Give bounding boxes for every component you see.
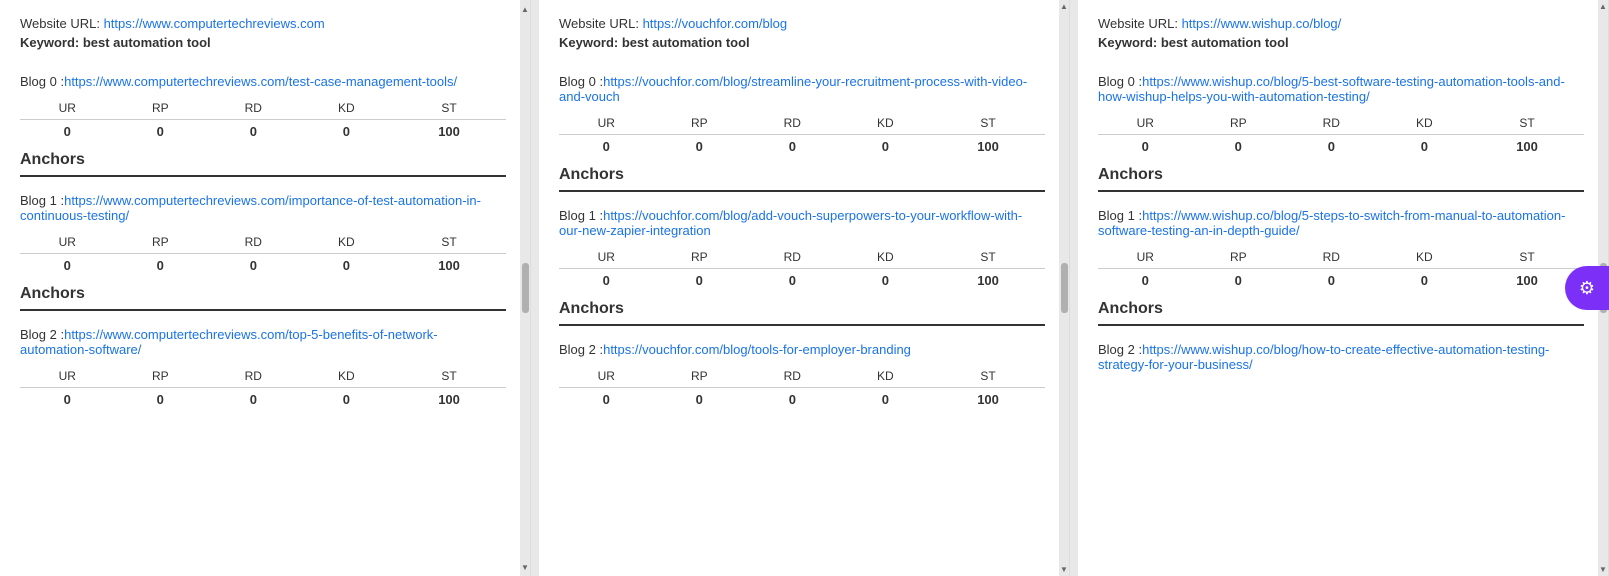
anchors-title-1-0: Anchors bbox=[20, 151, 506, 177]
blog-title-1-0: Blog 0 :https://www.computertechreviews.… bbox=[20, 74, 506, 89]
blog-link-2-0[interactable]: https://vouchfor.com/blog/streamline-you… bbox=[559, 74, 1027, 104]
panel1-content: Website URL: https://www.computertechrev… bbox=[0, 0, 530, 576]
separator-2-3 bbox=[1070, 0, 1078, 576]
metrics-table-2-1: UR RP RD KD ST 0 0 0 0 100 bbox=[559, 246, 1045, 292]
scroll-down-3[interactable]: ▼ bbox=[1599, 565, 1607, 574]
anchors-title-1-1: Anchors bbox=[20, 285, 506, 311]
keyword-line-1: Keyword: best automation tool bbox=[20, 35, 506, 50]
settings-icon: ⚙ bbox=[1579, 278, 1595, 299]
anchors-title-3-0: Anchors bbox=[1098, 166, 1584, 192]
scroll-up-1[interactable]: ▲ bbox=[520, 2, 530, 16]
blog-title-3-2: Blog 2 :https://www.wishup.co/blog/how-t… bbox=[1098, 342, 1584, 372]
blog-title-2-0: Blog 0 :https://vouchfor.com/blog/stream… bbox=[559, 74, 1045, 104]
keyword-value-1: best automation tool bbox=[83, 35, 211, 50]
metrics-table-1-1: UR RP RD KD ST 0 0 0 0 100 bbox=[20, 231, 506, 277]
scroll-down-2[interactable]: ▼ bbox=[1060, 565, 1068, 574]
blog-link-1-1[interactable]: https://www.computertechreviews.com/impo… bbox=[20, 193, 481, 223]
col-rd: RD bbox=[206, 97, 301, 120]
col-ur: UR bbox=[20, 97, 115, 120]
anchors-section-3-0: Anchors bbox=[1098, 166, 1584, 192]
blog-entry-3-2: Blog 2 :https://www.wishup.co/blog/how-t… bbox=[1098, 342, 1584, 372]
val-rd-1-0: 0 bbox=[206, 120, 301, 144]
metrics-table-2-2: UR RP RD KD ST 0 0 0 0 100 bbox=[559, 365, 1045, 411]
anchors-title-2-0: Anchors bbox=[559, 166, 1045, 192]
scrollbar-2[interactable]: ▲ ▼ bbox=[1059, 0, 1069, 576]
keyword-label-1: Keyword: bbox=[20, 35, 83, 50]
anchors-section-2-1: Anchors bbox=[559, 300, 1045, 326]
blog-title-2-1: Blog 1 :https://vouchfor.com/blog/add-vo… bbox=[559, 208, 1045, 238]
panel2-content: Website URL: https://vouchfor.com/blog K… bbox=[539, 0, 1069, 576]
blog-title-2-2: Blog 2 :https://vouchfor.com/blog/tools-… bbox=[559, 342, 1045, 357]
anchors-section-2-0: Anchors bbox=[559, 166, 1045, 192]
blog-link-2-1[interactable]: https://vouchfor.com/blog/add-vouch-supe… bbox=[559, 208, 1022, 238]
website-info-1: Website URL: https://www.computertechrev… bbox=[20, 16, 506, 50]
panel3-content: Website URL: https://www.wishup.co/blog/… bbox=[1078, 0, 1608, 576]
blog-entry-2-1: Blog 1 :https://vouchfor.com/blog/add-vo… bbox=[559, 208, 1045, 292]
blog-entry-1-0: Blog 0 :https://www.computertechreviews.… bbox=[20, 74, 506, 143]
blog-title-1-1: Blog 1 :https://www.computertechreviews.… bbox=[20, 193, 506, 223]
metrics-table-3-1: UR RP RD KD ST 0 0 0 0 100 bbox=[1098, 246, 1584, 292]
website-url-label-1: Website URL: bbox=[20, 16, 104, 31]
main-container: Website URL: https://www.computertechrev… bbox=[0, 0, 1609, 576]
anchors-section-3-1: Anchors bbox=[1098, 300, 1584, 326]
val-kd-1-0: 0 bbox=[301, 120, 393, 144]
metrics-table-2-0: UR RP RD KD ST 0 0 0 0 100 bbox=[559, 112, 1045, 158]
panel-wishup: Website URL: https://www.wishup.co/blog/… bbox=[1078, 0, 1609, 576]
keyword-line-3: Keyword: best automation tool bbox=[1098, 35, 1584, 50]
scrollbar-1[interactable]: ▲ ▼ bbox=[520, 0, 530, 576]
blog-entry-2-0: Blog 0 :https://vouchfor.com/blog/stream… bbox=[559, 74, 1045, 158]
val-ur-1-0: 0 bbox=[20, 120, 115, 144]
blog-entry-1-2: Blog 2 :https://www.computertechreviews.… bbox=[20, 327, 506, 411]
scroll-up-2[interactable]: ▲ bbox=[1060, 2, 1068, 11]
separator-1-2 bbox=[531, 0, 539, 576]
blog-link-3-0[interactable]: https://www.wishup.co/blog/5-best-softwa… bbox=[1098, 74, 1565, 104]
panel-vouchfor: Website URL: https://vouchfor.com/blog K… bbox=[539, 0, 1070, 576]
blog-link-1-2[interactable]: https://www.computertechreviews.com/top-… bbox=[20, 327, 438, 357]
website-url-link-2[interactable]: https://vouchfor.com/blog bbox=[643, 16, 788, 31]
val-rp-1-0: 0 bbox=[115, 120, 207, 144]
col-st: ST bbox=[392, 97, 506, 120]
panel-computertechreviews: Website URL: https://www.computertechrev… bbox=[0, 0, 531, 576]
val-st-1-0: 100 bbox=[392, 120, 506, 144]
col-kd: KD bbox=[301, 97, 393, 120]
blog-link-1-0[interactable]: https://www.computertechreviews.com/test… bbox=[64, 74, 457, 89]
website-url-line-2: Website URL: https://vouchfor.com/blog bbox=[559, 16, 1045, 31]
anchors-section-1-1: Anchors bbox=[20, 285, 506, 311]
website-url-link-3[interactable]: https://www.wishup.co/blog/ bbox=[1182, 16, 1342, 31]
metrics-table-1-2: UR RP RD KD ST 0 0 0 0 100 bbox=[20, 365, 506, 411]
scroll-thumb-1[interactable] bbox=[522, 263, 529, 313]
blog-link-2-2[interactable]: https://vouchfor.com/blog/tools-for-empl… bbox=[603, 342, 911, 357]
blog-entry-3-0: Blog 0 :https://www.wishup.co/blog/5-bes… bbox=[1098, 74, 1584, 158]
keyword-line-2: Keyword: best automation tool bbox=[559, 35, 1045, 50]
blog-entry-1-1: Blog 1 :https://www.computertechreviews.… bbox=[20, 193, 506, 277]
scroll-thumb-2[interactable] bbox=[1061, 263, 1068, 313]
anchors-section-1-0: Anchors bbox=[20, 151, 506, 177]
anchors-title-3-1: Anchors bbox=[1098, 300, 1584, 326]
blog-entry-3-1: Blog 1 :https://www.wishup.co/blog/5-ste… bbox=[1098, 208, 1584, 292]
blog-entry-2-2: Blog 2 :https://vouchfor.com/blog/tools-… bbox=[559, 342, 1045, 411]
blog-link-3-1[interactable]: https://www.wishup.co/blog/5-steps-to-sw… bbox=[1098, 208, 1565, 238]
col-rp: RP bbox=[115, 97, 207, 120]
anchors-title-2-1: Anchors bbox=[559, 300, 1045, 326]
website-info-3: Website URL: https://www.wishup.co/blog/… bbox=[1098, 16, 1584, 50]
blog-title-3-0: Blog 0 :https://www.wishup.co/blog/5-bes… bbox=[1098, 74, 1584, 104]
settings-fab[interactable]: ⚙ bbox=[1565, 266, 1609, 310]
website-url-line-3: Website URL: https://www.wishup.co/blog/ bbox=[1098, 16, 1584, 31]
metrics-table-1-0: UR RP RD KD ST 0 0 0 0 100 bbox=[20, 97, 506, 143]
website-url-line-1: Website URL: https://www.computertechrev… bbox=[20, 16, 506, 31]
website-url-link-1[interactable]: https://www.computertechreviews.com bbox=[104, 16, 325, 31]
scroll-down-1[interactable]: ▼ bbox=[520, 560, 530, 574]
blog-link-3-2[interactable]: https://www.wishup.co/blog/how-to-create… bbox=[1098, 342, 1549, 372]
blog-title-1-2: Blog 2 :https://www.computertechreviews.… bbox=[20, 327, 506, 357]
website-info-2: Website URL: https://vouchfor.com/blog K… bbox=[559, 16, 1045, 50]
blog-title-3-1: Blog 1 :https://www.wishup.co/blog/5-ste… bbox=[1098, 208, 1584, 238]
metrics-table-3-0: UR RP RD KD ST 0 0 0 0 100 bbox=[1098, 112, 1584, 158]
scroll-up-3[interactable]: ▲ bbox=[1599, 2, 1607, 11]
